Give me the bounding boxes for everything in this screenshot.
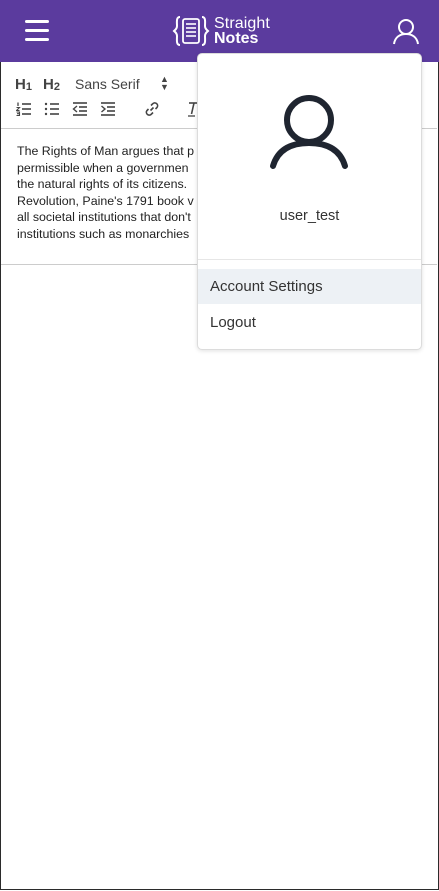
select-arrows-icon: ▲ ▼	[160, 74, 169, 92]
menu-divider	[198, 259, 421, 260]
logout-menu-item[interactable]: Logout	[198, 305, 421, 340]
heading-1-button[interactable]: H1	[15, 76, 32, 93]
logout-label: Logout	[210, 314, 256, 331]
account-settings-menu-item[interactable]: Account Settings	[198, 269, 421, 304]
user-icon[interactable]	[392, 17, 420, 45]
ordered-list-icon[interactable]	[16, 102, 32, 116]
heading-1-sub: 1	[25, 81, 32, 93]
account-settings-label: Account Settings	[210, 278, 323, 295]
brand-line-2: Notes	[214, 30, 259, 47]
font-family-value: Sans Serif	[75, 76, 140, 92]
heading-2-button[interactable]: H2	[43, 76, 60, 93]
outdent-icon[interactable]	[72, 102, 88, 116]
user-dropdown-menu: user_test Account Settings Logout	[197, 53, 422, 350]
username-label: user_test	[279, 208, 340, 224]
heading-2-label: H	[43, 76, 54, 93]
hamburger-icon[interactable]	[25, 20, 49, 42]
brand-name: Straight Notes	[214, 15, 270, 47]
font-family-select[interactable]: Sans Serif ▲ ▼	[75, 74, 171, 93]
indent-icon[interactable]	[100, 102, 116, 116]
brand-logo[interactable]: Straight Notes	[172, 13, 270, 49]
heading-1-label: H	[15, 76, 26, 93]
heading-2-sub: 2	[53, 81, 60, 93]
link-icon[interactable]	[144, 101, 160, 117]
curly-braces-note-icon	[172, 16, 210, 46]
bullet-list-icon[interactable]	[44, 102, 60, 116]
user-avatar-icon	[270, 95, 348, 169]
brand-line-1: Straight	[214, 15, 270, 32]
